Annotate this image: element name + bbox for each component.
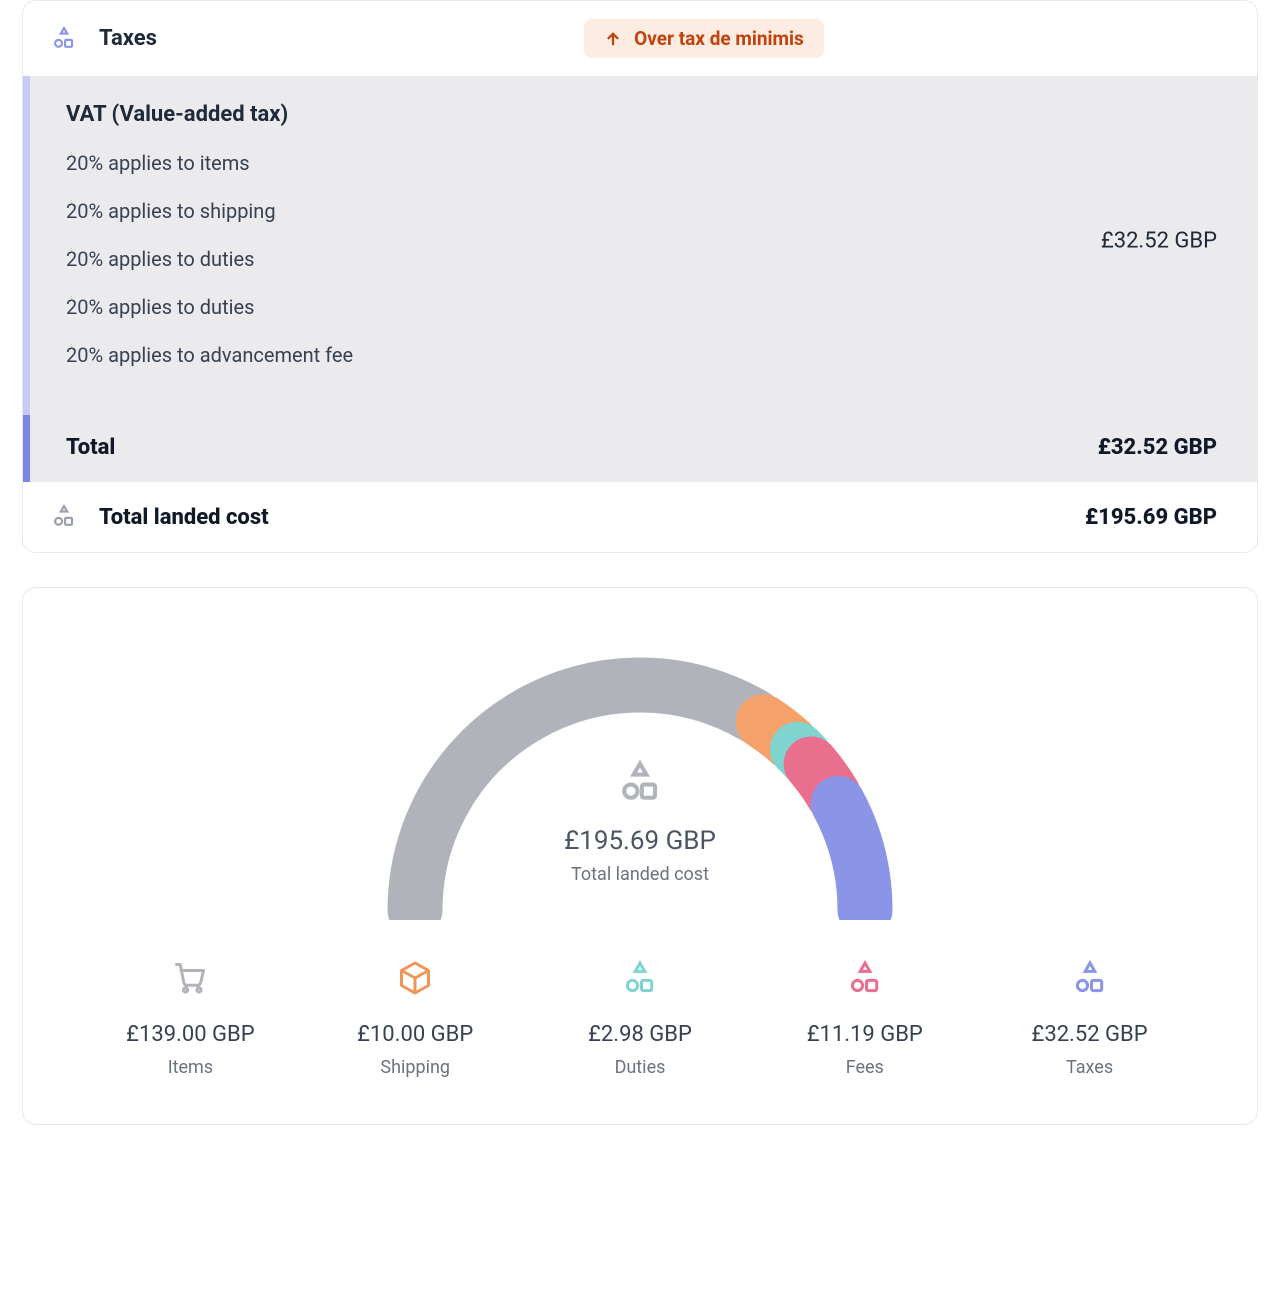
tax-rule: 20% applies to duties bbox=[66, 295, 1221, 319]
legend-value: £32.52 GBP bbox=[982, 1022, 1197, 1047]
taxes-card: Taxes Over tax de minimis VAT (Value-add… bbox=[22, 0, 1258, 553]
deminimis-badge-text: Over tax de minimis bbox=[634, 27, 804, 50]
legend-value: £2.98 GBP bbox=[533, 1022, 748, 1047]
tax-details: VAT (Value-added tax) 20% applies to ite… bbox=[23, 76, 1257, 415]
tax-total-label: Total bbox=[66, 435, 115, 460]
legend-value: £139.00 GBP bbox=[83, 1022, 298, 1047]
shapes-blue-icon bbox=[1072, 960, 1108, 996]
legend-value: £10.00 GBP bbox=[308, 1022, 523, 1047]
breakdown-card: £195.69 GBP Total landed cost £139.00 GB… bbox=[22, 587, 1258, 1125]
box-icon bbox=[397, 960, 433, 996]
gauge-total-value: £195.69 GBP bbox=[360, 826, 920, 856]
tax-total-amount: £32.52 GBP bbox=[1098, 435, 1217, 460]
shapes-teal-icon bbox=[622, 960, 658, 996]
tax-total-row: Total £32.52 GBP bbox=[23, 415, 1257, 482]
landed-cost-icon bbox=[51, 504, 77, 530]
total-landed-cost-row: Total landed cost £195.69 GBP bbox=[23, 482, 1257, 552]
gauge-total-label: Total landed cost bbox=[360, 864, 920, 885]
legend-label: Fees bbox=[757, 1057, 972, 1078]
vat-amount: £32.52 GBP bbox=[1101, 228, 1217, 253]
deminimis-badge: Over tax de minimis bbox=[584, 19, 824, 58]
legend-value: £11.19 GBP bbox=[757, 1022, 972, 1047]
legend-label: Taxes bbox=[982, 1057, 1197, 1078]
tax-rule: 20% applies to advancement fee bbox=[66, 343, 1221, 367]
tax-rule: 20% applies to shipping bbox=[66, 199, 1221, 223]
legend-item: £2.98 GBP Duties bbox=[533, 960, 748, 1078]
legend-item: £32.52 GBP Taxes bbox=[982, 960, 1197, 1078]
taxes-icon bbox=[51, 26, 77, 52]
landed-cost-label: Total landed cost bbox=[99, 505, 269, 530]
vat-title: VAT (Value-added tax) bbox=[66, 102, 1221, 127]
cart-icon bbox=[172, 960, 208, 996]
legend-item: £10.00 GBP Shipping bbox=[308, 960, 523, 1078]
tax-rule: 20% applies to items bbox=[66, 151, 1221, 175]
shapes-icon bbox=[618, 760, 662, 804]
cost-gauge: £195.69 GBP Total landed cost bbox=[360, 630, 920, 920]
legend-label: Shipping bbox=[308, 1057, 523, 1078]
shapes-pink-icon bbox=[847, 960, 883, 996]
legend-label: Items bbox=[83, 1057, 298, 1078]
tax-rule: 20% applies to duties bbox=[66, 247, 1221, 271]
legend-item: £139.00 GBP Items bbox=[83, 960, 298, 1078]
arrow-up-icon bbox=[604, 30, 622, 48]
landed-cost-value: £195.69 GBP bbox=[1085, 505, 1217, 530]
taxes-title: Taxes bbox=[99, 26, 157, 51]
legend-label: Duties bbox=[533, 1057, 748, 1078]
legend-item: £11.19 GBP Fees bbox=[757, 960, 972, 1078]
taxes-header: Taxes Over tax de minimis bbox=[23, 1, 1257, 76]
cost-legend: £139.00 GBP Items £10.00 GBP Shipping £2.98 … bbox=[53, 948, 1227, 1078]
